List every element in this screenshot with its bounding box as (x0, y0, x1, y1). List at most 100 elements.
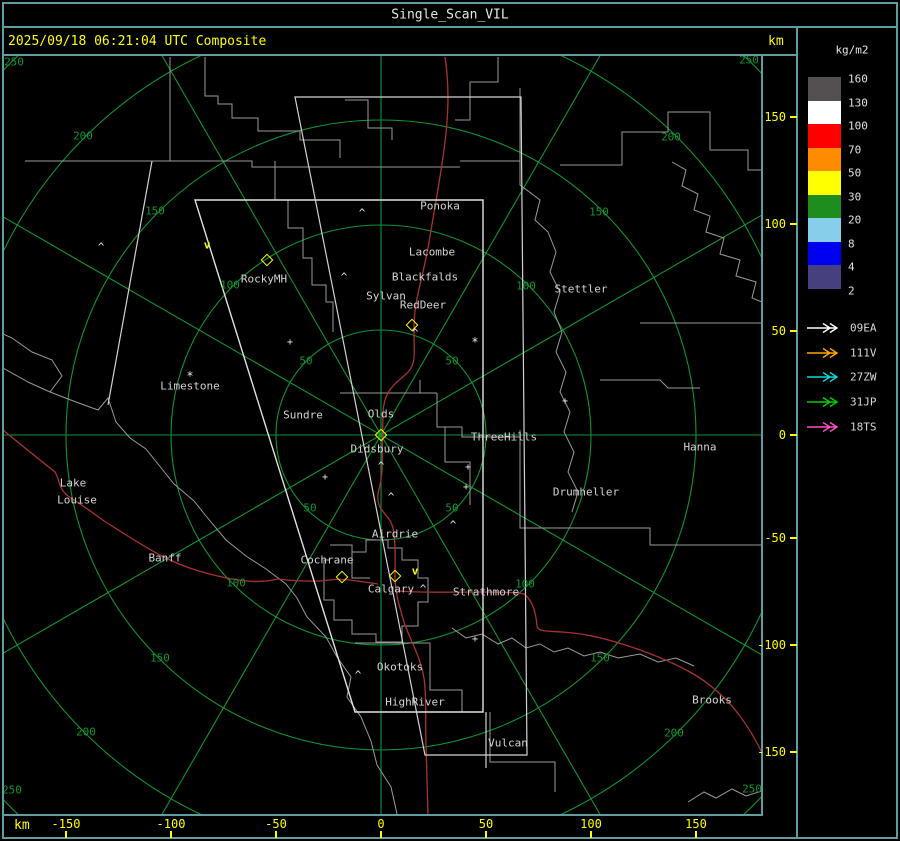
x-tick-label: -100 (157, 817, 186, 831)
city-label: Okotoks (377, 661, 423, 674)
city-label: Olds (368, 408, 395, 421)
city-label: RockyMH (241, 273, 287, 286)
y-tick-label: -150 (757, 745, 786, 759)
city-label: Blackfalds (392, 271, 458, 284)
frame-map-bottom (2, 814, 762, 816)
ring-distance-label: 150 (590, 652, 610, 665)
town-caret-marker: ^ (388, 492, 395, 503)
town-caret-marker: ^ (98, 242, 105, 253)
city-label: Drumheller (553, 486, 619, 499)
timestamp-label: 2025/09/18 06:21:04 UTC Composite (8, 34, 266, 49)
ring-distance-label: 250 (742, 783, 762, 796)
frame-panel-divider (796, 26, 798, 839)
city-label: Hanna (683, 441, 716, 454)
town-plus-marker: + (472, 635, 478, 645)
wind-check-marker: v (412, 566, 419, 577)
ring-distance-label: 200 (661, 131, 681, 144)
town-caret-marker: ^ (341, 272, 348, 283)
x-tick-label: 0 (377, 817, 384, 831)
town-asterisk-marker: * (471, 336, 478, 348)
town-plus-marker: + (465, 463, 471, 473)
scale-value: 100 (848, 120, 868, 133)
y-tick-label: -100 (757, 638, 786, 652)
city-label: Lacombe (409, 246, 455, 259)
station-arrow-icon (806, 396, 840, 408)
city-label: Stettler (555, 283, 608, 296)
ring-distance-label: 100 (516, 280, 536, 293)
city-label: RedDeer (400, 299, 446, 312)
scale-value: 2 (848, 284, 855, 297)
x-tick-label: -50 (265, 817, 287, 831)
legend-unit-label: kg/m2 (835, 44, 868, 57)
town-caret-marker: ^ (359, 208, 366, 219)
range-rings (0, 0, 900, 841)
town-caret-marker: ^ (450, 520, 457, 531)
frame-map-right (761, 54, 763, 816)
town-plus-marker: + (322, 473, 328, 483)
ring-distance-label: 150 (150, 652, 170, 665)
y-tick-label: 150 (764, 110, 786, 124)
city-label: Sundre (283, 409, 323, 422)
ring-distance-label: 100 (220, 279, 240, 292)
x-tick-mark (590, 831, 592, 838)
x-tick-mark (65, 831, 67, 838)
frame-left (2, 2, 4, 839)
frame-titlebar-bottom (2, 26, 898, 28)
y-tick-label: 0 (779, 428, 786, 442)
frame-top (2, 2, 898, 4)
y-tick-mark (790, 116, 797, 118)
radar-app-window: PonokaLacombeBlackfaldsSylvanRedDeerStet… (0, 0, 900, 841)
city-label: Lake (60, 477, 87, 490)
city-label: Cochrane (301, 554, 354, 567)
town-asterisk-marker: * (186, 370, 193, 382)
city-label: Vulcan (488, 737, 528, 750)
station-arrow-icon (806, 347, 840, 359)
scale-value: 50 (848, 167, 861, 180)
scale-swatch (808, 101, 841, 125)
scale-swatch (808, 124, 841, 148)
town-plus-marker: + (287, 338, 293, 348)
ring-distance-label: 100 (515, 578, 535, 591)
scale-swatch (808, 195, 841, 219)
scale-swatch (808, 265, 841, 289)
city-label: Strathmore (453, 586, 519, 599)
ring-distance-label: 200 (73, 130, 93, 143)
page-title: Single_Scan_VIL (391, 8, 508, 23)
ring-distance-label: 250 (2, 784, 22, 797)
scale-swatch (808, 77, 841, 101)
station-arrow-icon (806, 371, 840, 383)
frame-bottom (2, 837, 898, 839)
scale-value: 30 (848, 190, 861, 203)
ring-distance-label: 50 (445, 502, 458, 515)
wind-check-marker: v (204, 240, 211, 251)
scale-value: 160 (848, 73, 868, 86)
ring-distance-label: 100 (226, 577, 246, 590)
x-axis-unit-label: km (14, 818, 30, 833)
station-id: 09EA (850, 322, 877, 335)
station-id: 18TS (850, 421, 877, 434)
station-id: 31JP (850, 396, 877, 409)
town-caret-marker: ^ (378, 461, 385, 472)
station-id: 111V (850, 347, 877, 360)
x-tick-mark (485, 831, 487, 838)
y-tick-mark (790, 223, 797, 225)
x-tick-mark (170, 831, 172, 838)
city-label: HighRiver (385, 696, 445, 709)
city-label: Didsbury (351, 443, 404, 456)
y-tick-mark (790, 330, 797, 332)
y-tick-mark (790, 434, 797, 436)
y-tick-mark (790, 644, 797, 646)
x-tick-mark (695, 831, 697, 838)
x-tick-label: -150 (52, 817, 81, 831)
station-arrow-icon (806, 322, 840, 334)
city-label: Brooks (692, 694, 732, 707)
station-arrow-icon (806, 421, 840, 433)
y-tick-label: 50 (772, 324, 786, 338)
y-tick-label: 100 (764, 217, 786, 231)
ring-distance-label: 150 (145, 205, 165, 218)
radar-map-canvas[interactable] (0, 0, 900, 841)
scale-value: 20 (848, 214, 861, 227)
frame-right (896, 2, 898, 839)
ring-distance-label: 200 (76, 726, 96, 739)
city-label: Ponoka (420, 200, 460, 213)
